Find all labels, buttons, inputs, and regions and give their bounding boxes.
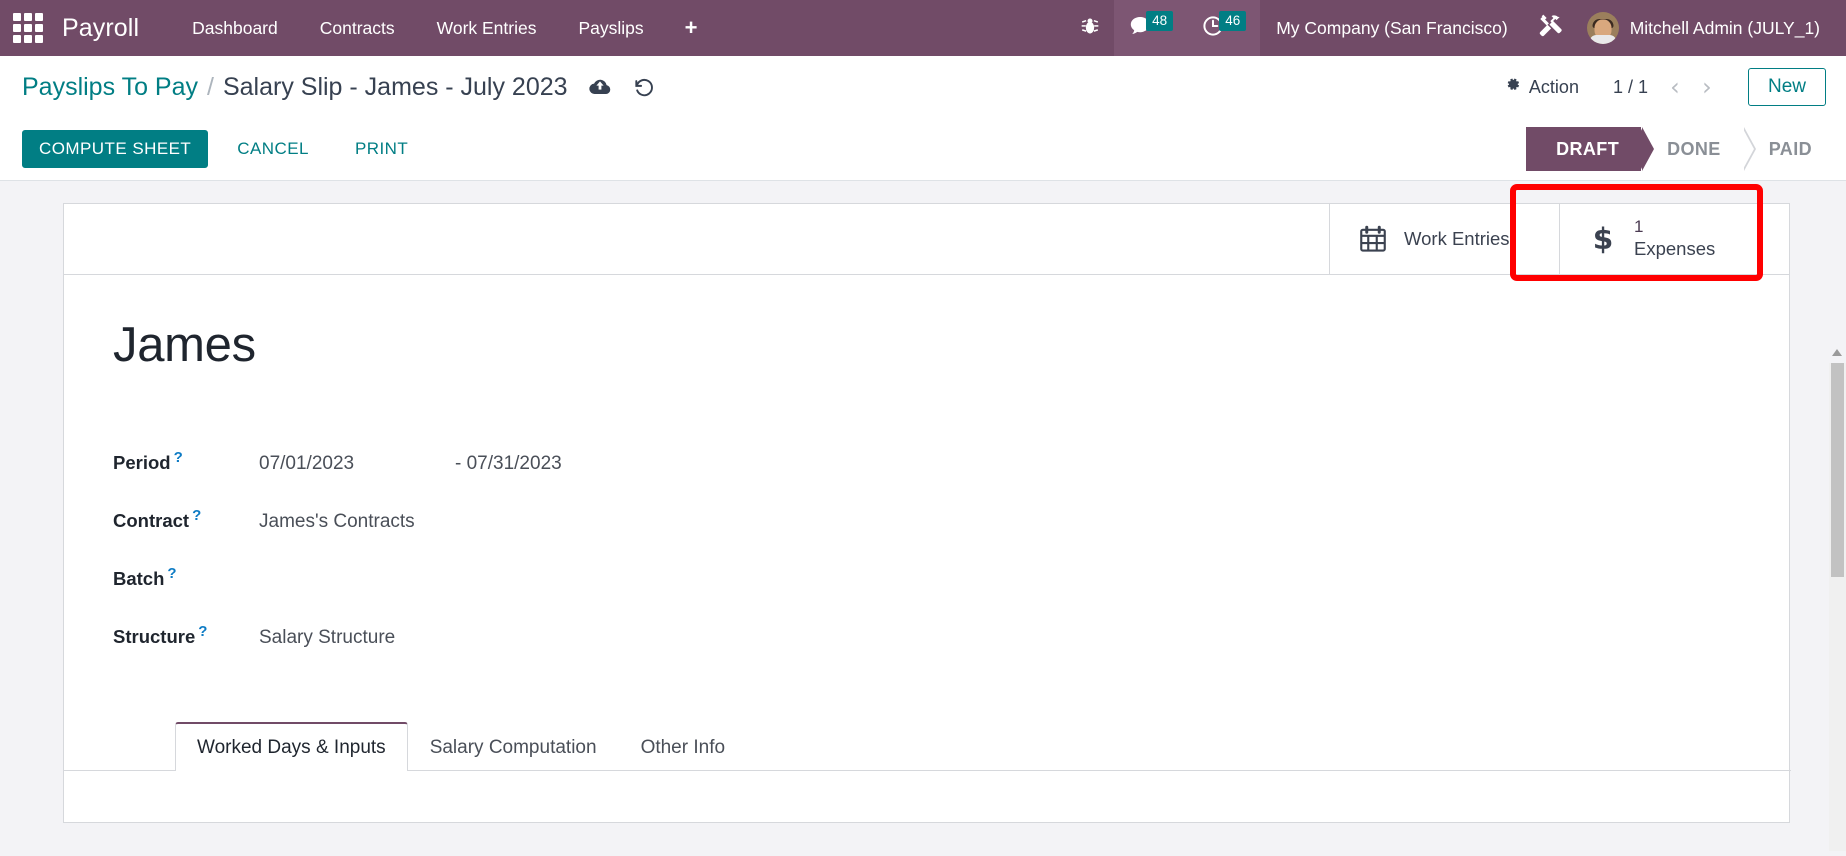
activities-menu-button[interactable]: 46 — [1187, 0, 1260, 56]
record-save-discard-actions — [568, 75, 655, 99]
print-button[interactable]: PRINT — [338, 131, 425, 167]
chevron-left-icon[interactable]: ‹ — [1660, 75, 1690, 99]
user-name-label: Mitchell Admin (JULY_1) — [1619, 18, 1820, 39]
question-mark-icon[interactable]: ? — [174, 449, 183, 466]
menu-item-dashboard[interactable]: Dashboard — [171, 0, 299, 56]
status-draft[interactable]: DRAFT — [1526, 127, 1641, 171]
scrollbar-thumb[interactable] — [1831, 363, 1844, 577]
action-menu-label: Action — [1529, 77, 1579, 98]
scrollbar-up-arrow-icon[interactable] — [1832, 349, 1842, 356]
status-done[interactable]: DONE — [1641, 127, 1743, 171]
vertical-scrollbar[interactable] — [1829, 363, 1846, 851]
question-mark-icon[interactable]: ? — [192, 507, 201, 524]
status-pipeline: DRAFT DONE PAID — [1526, 127, 1846, 171]
chevron-right-icon[interactable]: › — [1692, 75, 1722, 99]
field-label-batch: Batch? — [113, 565, 259, 590]
statusbar-buttons: COMPUTE SHEET CANCEL PRINT — [22, 130, 425, 168]
undo-icon[interactable] — [632, 76, 655, 99]
question-mark-icon[interactable]: ? — [198, 623, 207, 640]
field-label-contract-text: Contract — [113, 510, 189, 531]
field-label-period-text: Period — [113, 452, 171, 473]
apps-grid-icon — [13, 13, 43, 43]
settings-tools-button[interactable] — [1524, 0, 1577, 56]
field-value-date-from[interactable]: 07/01/2023 — [259, 453, 455, 475]
smart-button-work-entries-text: Work Entries — [1404, 228, 1510, 251]
menu-item-contracts[interactable]: Contracts — [299, 0, 416, 56]
field-row-structure: Structure? Salary Structure — [113, 623, 1789, 681]
field-value-contract[interactable]: James's Contracts — [259, 511, 415, 533]
smart-button-work-entries[interactable]: Work Entries — [1329, 204, 1559, 274]
menu-item-work-entries[interactable]: Work Entries — [416, 0, 558, 56]
compute-sheet-button[interactable]: COMPUTE SHEET — [22, 130, 208, 168]
control-panel-top-row: Payslips To Pay / Salary Slip - James - … — [0, 56, 1846, 118]
calendar-icon — [1356, 224, 1390, 254]
field-value-structure[interactable]: Salary Structure — [259, 627, 395, 649]
field-label-structure-text: Structure — [113, 626, 195, 647]
breadcrumb-current-record: Salary Slip - James - July 2023 — [223, 73, 568, 102]
cancel-button[interactable]: CANCEL — [220, 131, 326, 167]
cloud-upload-icon[interactable] — [588, 75, 612, 99]
pager-counter: 1 / 1 — [1613, 77, 1658, 98]
field-label-period: Period? — [113, 449, 259, 474]
top-navbar: Payroll Dashboard Contracts Work Entries… — [0, 0, 1846, 56]
control-panel-button-bar: COMPUTE SHEET CANCEL PRINT DRAFT DONE PA… — [0, 118, 1846, 180]
notebook-tabs: Worked Days & Inputs Salary Computation … — [64, 721, 1791, 771]
tools-icon — [1538, 13, 1563, 43]
smart-button-expenses-text: 1 Expenses — [1634, 217, 1715, 260]
company-switcher[interactable]: My Company (San Francisco) — [1260, 18, 1523, 39]
action-menu-button[interactable]: Action — [1488, 76, 1595, 98]
systray: 48 46 My Company (San Francisco) — [1066, 0, 1846, 56]
smart-button-work-entries-label: Work Entries — [1404, 228, 1510, 251]
messaging-menu-button[interactable]: 48 — [1114, 0, 1187, 56]
content-area: Work Entries $ 1 Expenses Ja — [0, 181, 1846, 851]
page-title: James — [113, 319, 1789, 373]
app-brand-payroll[interactable]: Payroll — [56, 14, 147, 43]
messaging-counter-badge: 48 — [1146, 11, 1173, 32]
menu-item-more[interactable]: + — [665, 0, 718, 56]
smart-button-expenses-count: 1 — [1634, 217, 1715, 238]
main-menu: Dashboard Contracts Work Entries Payslip… — [171, 0, 717, 56]
control-panel-right: Action 1 / 1 ‹ › New — [1488, 68, 1826, 106]
breadcrumb-separator: / — [198, 73, 223, 102]
svg-text:$: $ — [1593, 223, 1614, 255]
breadcrumb: Payslips To Pay / Salary Slip - James - … — [22, 73, 568, 102]
form-body: James Period? 07/01/2023 - 07/31/2023 Co… — [64, 275, 1789, 771]
control-panel: Payslips To Pay / Salary Slip - James - … — [0, 56, 1846, 181]
tab-worked-days-inputs[interactable]: Worked Days & Inputs — [175, 722, 408, 771]
breadcrumb-parent-link[interactable]: Payslips To Pay — [22, 73, 198, 102]
smart-button-expenses-label: Expenses — [1634, 238, 1715, 261]
record-pager: 1 / 1 ‹ › — [1595, 75, 1728, 99]
dollar-sign-icon: $ — [1586, 223, 1620, 255]
field-row-contract: Contract? James's Contracts — [113, 507, 1789, 565]
apps-menu-toggle[interactable] — [0, 0, 56, 56]
smart-button-expenses[interactable]: $ 1 Expenses — [1559, 204, 1789, 274]
smart-button-box: Work Entries $ 1 Expenses — [64, 204, 1789, 275]
activities-counter-badge: 46 — [1219, 11, 1246, 32]
odoo-payroll-payslip-form: Payroll Dashboard Contracts Work Entries… — [0, 0, 1846, 856]
debug-menu-button[interactable] — [1066, 0, 1114, 56]
tab-other-info[interactable]: Other Info — [619, 723, 748, 771]
user-menu[interactable]: Mitchell Admin (JULY_1) — [1577, 12, 1834, 44]
question-mark-icon[interactable]: ? — [167, 565, 176, 582]
field-row-batch: Batch? — [113, 565, 1789, 623]
field-row-period: Period? 07/01/2023 - 07/31/2023 — [113, 449, 1789, 507]
menu-item-payslips[interactable]: Payslips — [557, 0, 664, 56]
form-sheet: Work Entries $ 1 Expenses Ja — [63, 203, 1790, 823]
new-record-button[interactable]: New — [1748, 68, 1826, 106]
field-label-structure: Structure? — [113, 623, 259, 648]
field-label-batch-text: Batch — [113, 568, 164, 589]
field-group: Period? 07/01/2023 - 07/31/2023 Contract… — [113, 449, 1789, 681]
field-label-contract: Contract? — [113, 507, 259, 532]
avatar — [1587, 12, 1619, 44]
status-paid[interactable]: PAID — [1743, 127, 1834, 171]
gear-icon — [1504, 76, 1521, 98]
field-value-date-to[interactable]: - 07/31/2023 — [455, 453, 562, 475]
bug-icon — [1080, 16, 1100, 41]
tab-salary-computation[interactable]: Salary Computation — [408, 723, 619, 771]
